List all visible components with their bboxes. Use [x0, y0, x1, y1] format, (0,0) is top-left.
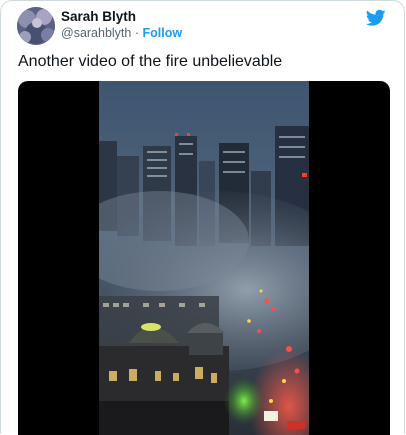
video-player[interactable] [18, 81, 390, 435]
video-thumbnail [99, 81, 309, 435]
tweet-text: Another video of the fire unbelievable [18, 53, 283, 70]
author-name[interactable]: Sarah Blyth [61, 9, 136, 24]
author-handle[interactable]: @sarahblyth [61, 26, 131, 40]
separator-dot: · [134, 26, 140, 40]
follow-button[interactable]: Follow [143, 26, 183, 40]
author-meta: @sarahblyth · Follow [61, 26, 182, 40]
tweet-card: Sarah Blyth @sarahblyth · Follow Another… [0, 0, 405, 435]
avatar[interactable] [17, 7, 55, 45]
twitter-bird-icon[interactable] [366, 9, 386, 27]
avatar-image [17, 7, 55, 45]
